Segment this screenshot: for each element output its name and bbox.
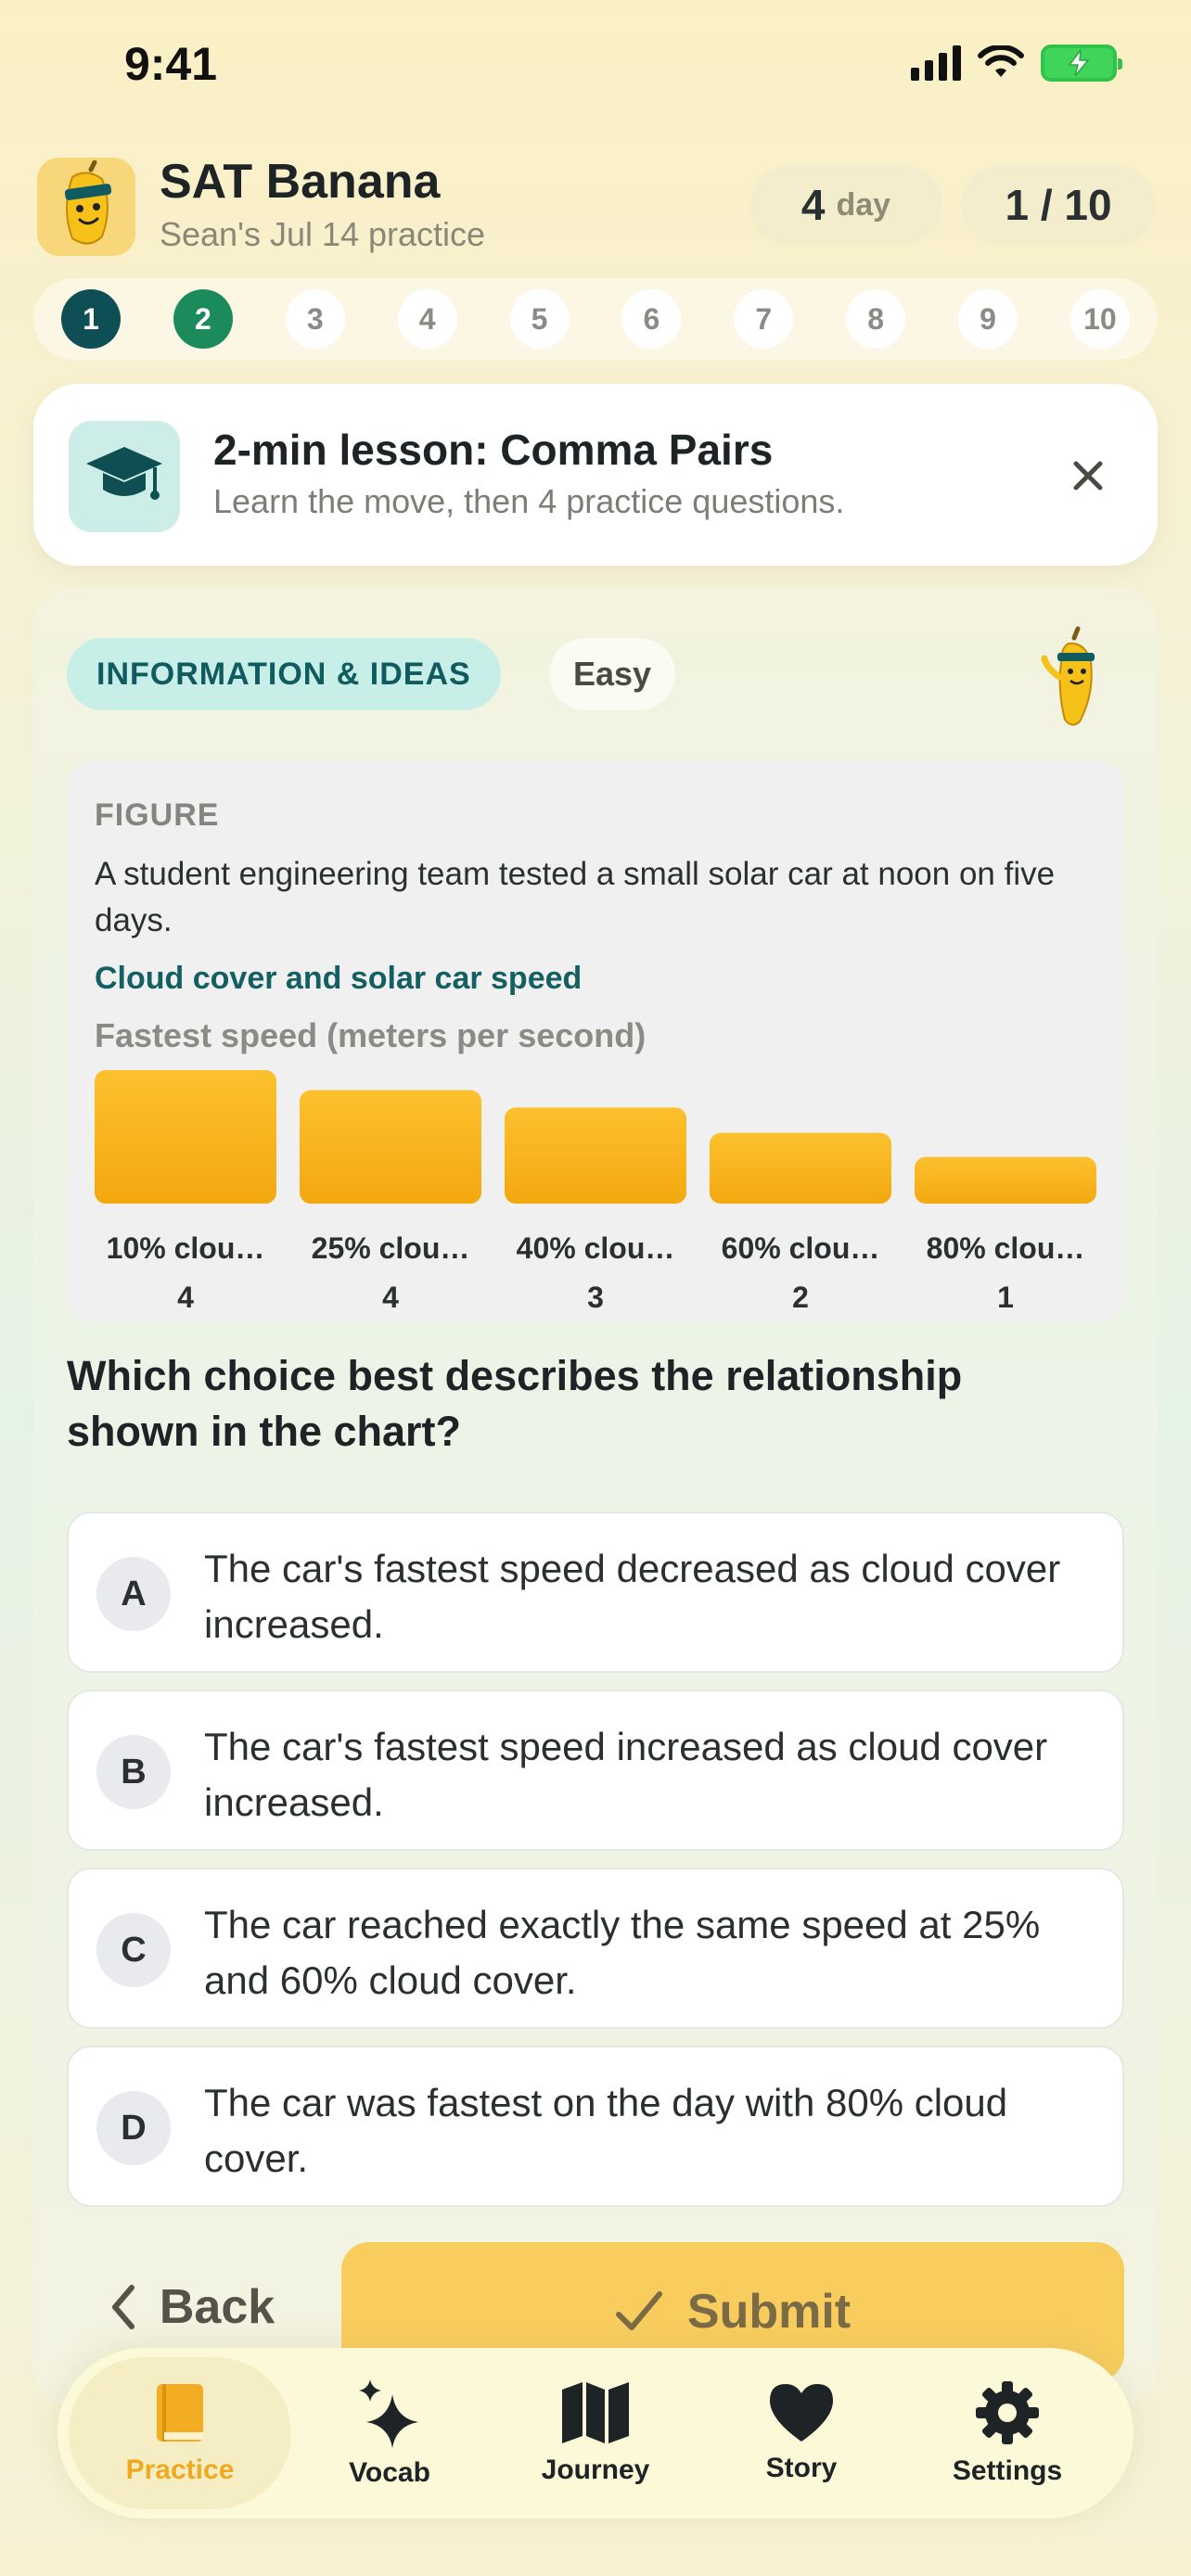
lesson-banner[interactable]: 2-min lesson: Comma Pairs Learn the move… — [33, 384, 1158, 566]
status-icons — [911, 45, 1122, 82]
map-icon — [562, 2382, 629, 2443]
chart-bar — [95, 1070, 276, 1204]
chart-bar — [710, 1132, 891, 1204]
domain-tag: INFORMATION & IDEAS — [67, 638, 501, 710]
chart-value-label: 2 — [792, 1281, 809, 1314]
back-label: Back — [159, 2280, 275, 2334]
tab-label: Story — [765, 2453, 838, 2483]
chart-bar — [915, 1156, 1096, 1204]
heart-icon — [770, 2384, 833, 2442]
answer-choice-d[interactable]: D The car was fastest on the day with 80%… — [67, 2046, 1124, 2207]
practice-subtitle: Sean's Jul 14 practice — [160, 215, 486, 253]
tab-story[interactable]: Story — [690, 2357, 913, 2509]
chart-value-label: 1 — [997, 1281, 1014, 1314]
choice-letter: B — [96, 1735, 171, 1809]
app-title: SAT Banana — [160, 155, 441, 209]
figure-panel: FIGURE A student engineering team tested… — [67, 760, 1124, 1322]
choice-text: The car was fastest on the day with 80% … — [204, 2081, 1008, 2180]
bar-chart: 10% clou… 4 25% clou… 4 40% clou… 3 60% clou… 2… — [95, 1070, 1096, 1314]
close-icon[interactable] — [1056, 443, 1121, 508]
tab-settings[interactable]: Settings — [896, 2357, 1119, 2509]
step-7[interactable]: 7 — [734, 289, 794, 349]
step-2[interactable]: 2 — [173, 289, 233, 349]
step-8[interactable]: 8 — [846, 289, 906, 349]
battery-icon — [1041, 45, 1122, 82]
book-icon — [157, 2384, 203, 2442]
step-4[interactable]: 4 — [397, 289, 457, 349]
status-time: 9:41 — [124, 38, 218, 90]
step-3[interactable]: 3 — [285, 289, 345, 349]
question-progress: 1 / 10 — [961, 165, 1156, 245]
chart-category-label: 60% clou… — [722, 1231, 880, 1265]
answer-choice-a[interactable]: A The car's fastest speed decreased as cl… — [67, 1511, 1124, 1673]
banana-mascot-icon — [1037, 625, 1111, 736]
step-9[interactable]: 9 — [958, 289, 1018, 349]
choice-text: The car's fastest speed decreased as clo… — [204, 1547, 1061, 1646]
step-6[interactable]: 6 — [621, 289, 682, 349]
chart-category-label: 25% clou… — [312, 1231, 470, 1265]
difficulty-badge: Easy — [549, 638, 676, 710]
chart-value-label: 4 — [382, 1281, 399, 1314]
question-card: INFORMATION & IDEAS Easy FIGURE A studen… — [33, 588, 1158, 2405]
step-10[interactable]: 10 — [1069, 289, 1130, 349]
tab-vocab[interactable]: Vocab — [278, 2357, 501, 2509]
question-stepper: 1 2 3 4 5 6 7 8 9 10 — [33, 278, 1158, 360]
wifi-icon — [978, 45, 1024, 77]
streak-unit: day — [836, 186, 891, 223]
sparkles-icon — [359, 2379, 418, 2448]
choice-letter: A — [96, 1557, 171, 1631]
cellular-signal-icon — [911, 45, 961, 81]
checkmark-icon — [615, 2291, 662, 2330]
step-1[interactable]: 1 — [61, 289, 121, 349]
chevron-left-icon — [111, 2285, 134, 2329]
chart-bar — [505, 1107, 686, 1204]
tab-journey[interactable]: Journey — [484, 2357, 707, 2509]
choice-letter: C — [96, 1913, 171, 1987]
choice-text: The car reached exactly the same speed a… — [204, 1903, 1041, 2002]
tab-label: Settings — [952, 2455, 1063, 2486]
chart-value-label: 4 — [177, 1281, 194, 1314]
chart-value-label: 3 — [587, 1281, 604, 1314]
app-logo — [37, 158, 135, 256]
lesson-subtitle: Learn the move, then 4 practice question… — [213, 482, 845, 520]
tab-practice[interactable]: Practice — [69, 2357, 291, 2509]
chart-category-label: 10% clou… — [107, 1231, 265, 1265]
choice-letter: D — [96, 2091, 171, 2165]
streak-count: 4 — [800, 181, 826, 229]
lesson-title: 2-min lesson: Comma Pairs — [213, 426, 774, 474]
question-text: Which choice best describes the relation… — [67, 1352, 963, 1455]
tab-label: Vocab — [349, 2457, 430, 2488]
choice-text: The car's fastest speed increased as clo… — [204, 1725, 1048, 1824]
gear-icon — [976, 2381, 1039, 2444]
submit-label: Submit — [686, 2285, 852, 2339]
tab-label: Practice — [125, 2455, 235, 2485]
chart-category-label: 40% clou… — [517, 1231, 675, 1265]
chart-category-label: 80% clou… — [927, 1231, 1085, 1265]
tab-bar: Practice Vocab Journey Story Settings — [58, 2348, 1133, 2519]
answer-choice-b[interactable]: B The car's fastest speed increased as cl… — [67, 1690, 1124, 1851]
tab-label: Journey — [541, 2455, 650, 2485]
step-5[interactable]: 5 — [509, 289, 570, 349]
chart-bar — [300, 1090, 481, 1204]
graduation-cap-icon — [69, 421, 180, 532]
answer-choice-c[interactable]: C The car reached exactly the same speed … — [67, 1868, 1124, 2029]
streak-badge[interactable]: 4 day — [749, 165, 942, 245]
